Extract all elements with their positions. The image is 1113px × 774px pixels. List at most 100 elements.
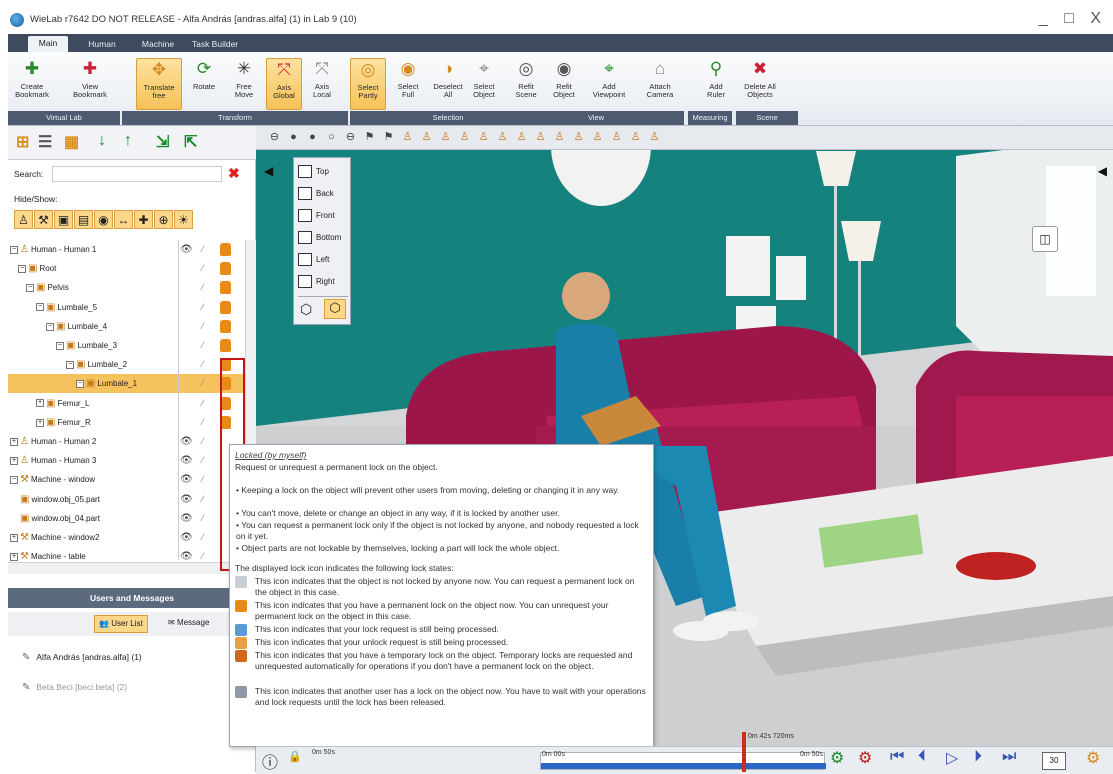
sort-za-icon[interactable]: ↑ [124, 132, 132, 150]
tree-row[interactable]: + ⚒ Machine - table 👁 ⁄ [8, 547, 244, 562]
collapse-all-icon[interactable]: ⇲ [156, 132, 169, 152]
pin-icon[interactable]: ⁄ [202, 317, 204, 336]
pose-14-icon[interactable]: ♙ [646, 129, 663, 146]
rotate-button[interactable]: ⟳ Rotate [184, 58, 224, 110]
chat-bubble-icon[interactable]: ◫ [1032, 226, 1058, 252]
speed-selector[interactable]: 30 [1042, 752, 1066, 770]
pose-8-icon[interactable]: ♙ [532, 129, 549, 146]
add-ruler-button[interactable]: ⚲ Add Ruler [698, 58, 734, 110]
pose-2-icon[interactable]: ♙ [418, 129, 435, 146]
tree-row[interactable]: − ▣ Lumbale_4 ⁄ [8, 317, 244, 336]
pin-icon[interactable]: ⁄ [202, 451, 204, 470]
tree-row[interactable]: + ▣ Femur_R ⁄ [8, 413, 244, 432]
pin-icon[interactable]: ⁄ [202, 259, 204, 278]
window-controls[interactable]: _ □ X [1039, 10, 1107, 28]
pin-icon[interactable]: ⁄ [202, 490, 204, 509]
visibility-eye-icon[interactable]: 👁 [180, 432, 193, 451]
select-object-button[interactable]: ⌖ Select Object [466, 58, 502, 110]
solid-shading-icon[interactable]: ● [285, 129, 302, 146]
select-partly-button[interactable]: ◎ Select Partly [350, 58, 386, 110]
pin-icon[interactable]: ⁄ [202, 528, 204, 547]
tool-filter-icon[interactable]: ⚒ [34, 210, 53, 229]
group-icon[interactable]: ▦ [64, 132, 79, 152]
collapse-left-icon[interactable]: ◀ [264, 164, 273, 178]
expand-toggle-icon[interactable]: − [10, 476, 18, 485]
expand-toggle-icon[interactable]: − [18, 265, 26, 274]
view-front[interactable]: Front [298, 206, 350, 226]
visibility-eye-icon[interactable]: 👁 [180, 470, 193, 489]
tree-horizontal-scrollbar[interactable] [8, 562, 244, 574]
pin-icon[interactable]: ⁄ [202, 432, 204, 451]
clear-search-icon[interactable]: ✖ [228, 165, 240, 182]
expand-toggle-icon[interactable]: − [66, 361, 74, 370]
view-left[interactable]: Left [298, 250, 350, 270]
human-filter-icon[interactable]: ♙ [14, 210, 33, 229]
pin-icon[interactable]: ⁄ [202, 394, 204, 413]
user-entry[interactable]: ✎ Alfa András [andras.alfa] (1) [22, 652, 142, 663]
tree-row[interactable]: − ▣ Root ⁄ [8, 259, 244, 278]
tree-row[interactable]: ▣ window.obj_04.part 👁 ⁄ [8, 509, 244, 528]
pose-4-icon[interactable]: ♙ [456, 129, 473, 146]
skip-end-icon[interactable]: ⏭ [1002, 748, 1016, 766]
delete-all-button[interactable]: ✖ Delete All Objects [738, 58, 782, 110]
shaded-icon[interactable]: ● [304, 129, 321, 146]
lock-icon[interactable] [220, 339, 231, 352]
tree-row[interactable]: + ♙ Human - Human 3 👁 ⁄ [8, 451, 244, 470]
viewpoint-filter-icon[interactable]: ◉ [94, 210, 113, 229]
list-view-icon[interactable]: ☰ [38, 132, 52, 152]
wireframe-icon[interactable]: ⊖ [266, 129, 283, 146]
expand-toggle-icon[interactable]: + [36, 418, 44, 427]
tree-row[interactable]: − ▣ Lumbale_2 ⁄ [8, 355, 244, 374]
pose-5-icon[interactable]: ♙ [475, 129, 492, 146]
visibility-eye-icon[interactable]: 👁 [180, 490, 193, 509]
camera-filter-icon[interactable]: ⊕ [154, 210, 173, 229]
perspective-icon[interactable]: ⬡ [300, 301, 312, 318]
pose-6-icon[interactable]: ♙ [494, 129, 511, 146]
user-entry[interactable]: ✎ Beta Beci [beci.beta] (2) [22, 682, 127, 693]
pin-icon[interactable]: ⁄ [202, 374, 204, 393]
visibility-eye-icon[interactable]: 👁 [180, 547, 193, 562]
user-list-button[interactable]: 👥 User List [94, 615, 148, 633]
expand-toggle-icon[interactable]: + [10, 533, 18, 542]
messages-button[interactable]: ✉ Message [164, 615, 213, 633]
axis-local-button[interactable]: ⤧ Axis Local [304, 58, 340, 110]
sort-az-icon[interactable]: ↓ [98, 132, 106, 150]
info-icon[interactable]: ⓘ [262, 749, 278, 773]
add-keyframe-icon[interactable]: ⚙ [830, 748, 844, 768]
tree-row[interactable]: + ⚒ Machine - window2 👁 ⁄ [8, 528, 244, 547]
create-bookmark-button[interactable]: ✚ Create Bookmark [12, 58, 52, 110]
refit-scene-button[interactable]: ◎ Refit Scene [508, 58, 544, 110]
expand-toggle-icon[interactable]: − [76, 380, 84, 389]
pose-13-icon[interactable]: ♙ [627, 129, 644, 146]
lock-icon[interactable] [220, 281, 231, 295]
expand-toggle-icon[interactable]: − [26, 284, 34, 293]
expand-toggle-icon[interactable]: + [10, 437, 18, 446]
transparent-icon[interactable]: ○ [323, 129, 340, 146]
lock-icon[interactable] [220, 319, 231, 333]
part-filter-icon[interactable]: ▣ [54, 210, 73, 229]
pin-icon[interactable]: ⁄ [202, 298, 204, 317]
bookmark-filter-icon[interactable]: ✚ [134, 210, 153, 229]
view-right[interactable]: Right [298, 272, 350, 292]
visibility-eye-icon[interactable]: 👁 [180, 451, 193, 470]
pose-10-icon[interactable]: ♙ [570, 129, 587, 146]
lock-icon[interactable] [220, 243, 231, 256]
tab-machine[interactable]: Machine [136, 37, 180, 52]
expand-toggle-icon[interactable]: − [56, 341, 64, 350]
view-bottom[interactable]: Bottom [298, 228, 350, 248]
tree-row[interactable]: − ▣ Lumbale_5 ⁄ [8, 298, 244, 317]
ruler-filter-icon[interactable]: ↔ [114, 210, 133, 229]
pose-12-icon[interactable]: ♙ [608, 129, 625, 146]
add-viewpoint-button[interactable]: ⌖ Add Viewpoint [586, 58, 632, 110]
walk-icon[interactable]: ⚑ [380, 129, 397, 146]
section-icon[interactable]: ⊖ [342, 129, 359, 146]
attach-camera-button[interactable]: ⌂ Attach Camera [640, 58, 680, 110]
timeline-playhead[interactable] [742, 732, 746, 772]
pose-7-icon[interactable]: ♙ [513, 129, 530, 146]
axis-global-button[interactable]: ⤧ Axis Global [266, 58, 302, 110]
step-back-icon[interactable]: ⏴ [918, 748, 926, 766]
pin-icon[interactable]: ⁄ [202, 355, 204, 374]
expand-toggle-icon[interactable]: + [10, 457, 18, 466]
tree-row[interactable]: − ♙ Human - Human 1 👁 ⁄ [8, 240, 244, 259]
assembly-filter-icon[interactable]: ▤ [74, 210, 93, 229]
